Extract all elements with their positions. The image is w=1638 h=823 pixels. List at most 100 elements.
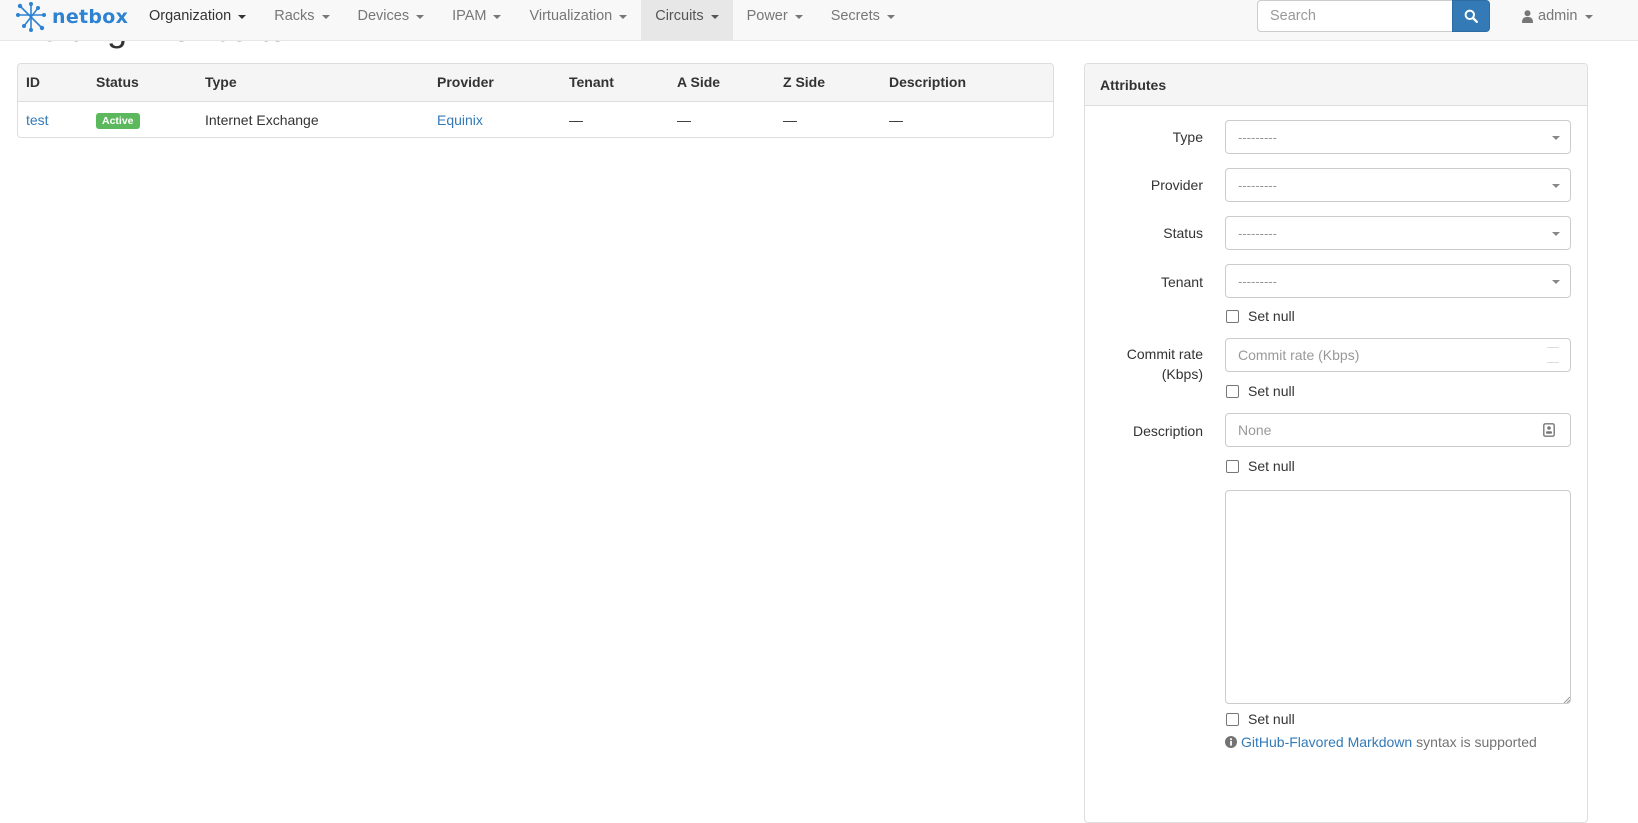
- search-button[interactable]: [1452, 0, 1490, 32]
- caret-down-icon: [493, 14, 502, 19]
- column-header-id: ID: [18, 64, 88, 102]
- type-select-value: ---------: [1238, 129, 1277, 145]
- status-label: Status: [1163, 225, 1203, 241]
- caret-down-icon: [1552, 280, 1560, 284]
- user-icon: [1522, 9, 1533, 23]
- table-header-row: ID Status Type Provider Tenant A Side Z …: [18, 64, 1053, 102]
- commit-rate-set-null-checkbox[interactable]: [1226, 384, 1239, 398]
- caret-down-icon: [1584, 14, 1593, 19]
- set-null-label: Set null: [1248, 308, 1295, 324]
- nav-virtualization[interactable]: Virtualization: [515, 0, 641, 32]
- column-header-tenant: Tenant: [561, 64, 669, 102]
- comments-set-null[interactable]: Set null: [1225, 710, 1295, 728]
- commit-rate-set-null[interactable]: Set null: [1225, 382, 1295, 400]
- tenant-set-null-checkbox[interactable]: [1226, 309, 1239, 323]
- status-select[interactable]: ---------: [1225, 216, 1571, 250]
- circuits-table: ID Status Type Provider Tenant A Side Z …: [18, 64, 1053, 137]
- main-nav: Organization Racks Devices IPAM Virtuali…: [135, 0, 909, 41]
- search-input[interactable]: [1257, 0, 1453, 32]
- nav-circuits[interactable]: Circuits: [641, 0, 733, 41]
- description-set-null-checkbox[interactable]: [1226, 459, 1239, 473]
- type-select[interactable]: ---------: [1225, 120, 1571, 154]
- set-null-label: Set null: [1248, 383, 1295, 399]
- status-badge: Active: [96, 112, 140, 129]
- markdown-help-suffix: syntax is supported: [1416, 734, 1537, 750]
- provider-select[interactable]: ---------: [1225, 168, 1571, 202]
- caret-down-icon: [1552, 136, 1560, 140]
- set-null-label: Set null: [1248, 711, 1295, 727]
- column-header-a-side: A Side: [669, 64, 775, 102]
- circuit-id-link[interactable]: test: [26, 112, 49, 128]
- column-header-provider: Provider: [429, 64, 561, 102]
- nav-devices-label: Devices: [357, 8, 410, 24]
- nav-secrets[interactable]: Secrets: [817, 0, 909, 32]
- search-icon: [1464, 9, 1478, 23]
- commit-rate-input[interactable]: [1225, 338, 1571, 372]
- provider-link[interactable]: Equinix: [437, 112, 483, 128]
- description-set-null[interactable]: Set null: [1225, 457, 1295, 475]
- type-label: Type: [1172, 129, 1203, 145]
- nav-power[interactable]: Power: [733, 0, 817, 32]
- contact-card-icon: [1543, 423, 1555, 437]
- nav-secrets-label: Secrets: [830, 8, 880, 24]
- provider-label: Provider: [1150, 177, 1203, 193]
- provider-select-value: ---------: [1238, 177, 1277, 193]
- comments-set-null-checkbox[interactable]: [1226, 712, 1239, 726]
- caret-down-icon: [710, 14, 719, 19]
- top-navbar: netbox Organization Racks Devices IPAM V…: [0, 0, 1638, 41]
- user-menu[interactable]: admin: [1522, 0, 1593, 32]
- caret-down-icon: [1552, 232, 1560, 236]
- nav-circuits-label: Circuits: [655, 8, 704, 24]
- nav-ipam-label: IPAM: [452, 8, 487, 24]
- nav-devices[interactable]: Devices: [344, 0, 439, 32]
- user-name: admin: [1538, 8, 1578, 24]
- resize-grip-icon[interactable]: [1563, 696, 1570, 703]
- nav-racks[interactable]: Racks: [260, 0, 343, 32]
- cell-tenant: —: [569, 111, 583, 128]
- nav-power-label: Power: [746, 8, 788, 24]
- comments-textarea[interactable]: [1225, 490, 1571, 704]
- column-header-z-side: Z Side: [775, 64, 881, 102]
- nav-organization-label: Organization: [149, 8, 232, 24]
- caret-down-icon: [238, 14, 247, 19]
- tenant-label: Tenant: [1160, 274, 1203, 290]
- caret-down-icon: [416, 14, 425, 19]
- caret-down-icon: [321, 14, 330, 19]
- tenant-set-null[interactable]: Set null: [1225, 307, 1295, 325]
- status-select-value: ---------: [1238, 225, 1277, 241]
- cell-a-side: —: [677, 111, 691, 128]
- cell-z-side: —: [783, 111, 797, 128]
- set-null-label: Set null: [1248, 458, 1295, 474]
- nav-racks-label: Racks: [274, 8, 315, 24]
- nav-ipam[interactable]: IPAM: [438, 0, 515, 32]
- column-header-description: Description: [881, 64, 1053, 102]
- circuits-table-panel: ID Status Type Provider Tenant A Side Z …: [17, 63, 1054, 138]
- netbox-logo-icon: [16, 2, 46, 32]
- caret-down-icon: [794, 14, 803, 19]
- attributes-heading: Attributes: [1085, 64, 1587, 106]
- tenant-select[interactable]: ---------: [1225, 264, 1571, 298]
- brand-name: netbox: [52, 6, 129, 28]
- description-input[interactable]: [1225, 413, 1571, 447]
- info-circle-icon: [1225, 736, 1237, 748]
- markdown-help-link[interactable]: GitHub-Flavored Markdown: [1241, 734, 1412, 750]
- brand-logo[interactable]: netbox: [16, 1, 128, 33]
- cell-id: test: [18, 101, 88, 137]
- cell-provider: Equinix: [429, 101, 561, 137]
- nav-organization[interactable]: Organization: [135, 0, 260, 32]
- attributes-panel: Attributes Type --------- Provider -----…: [1084, 63, 1588, 823]
- nav-virtualization-label: Virtualization: [529, 8, 613, 24]
- column-header-type: Type: [197, 64, 429, 102]
- description-label: Description: [1132, 423, 1203, 439]
- column-header-status: Status: [88, 64, 197, 102]
- markdown-help: GitHub-Flavored Markdown syntax is suppo…: [1225, 734, 1537, 750]
- number-spinner-icon[interactable]: [1547, 347, 1559, 363]
- caret-down-icon: [886, 14, 895, 19]
- cell-type: Internet Exchange: [205, 111, 319, 128]
- caret-down-icon: [619, 14, 628, 19]
- caret-down-icon: [1552, 184, 1560, 188]
- tenant-select-value: ---------: [1238, 273, 1277, 289]
- table-row: test Active Internet Exchange Equinix — …: [18, 101, 1053, 137]
- cell-status: Active: [88, 101, 197, 137]
- commit-rate-label: Commit rate (Kbps): [1126, 346, 1203, 382]
